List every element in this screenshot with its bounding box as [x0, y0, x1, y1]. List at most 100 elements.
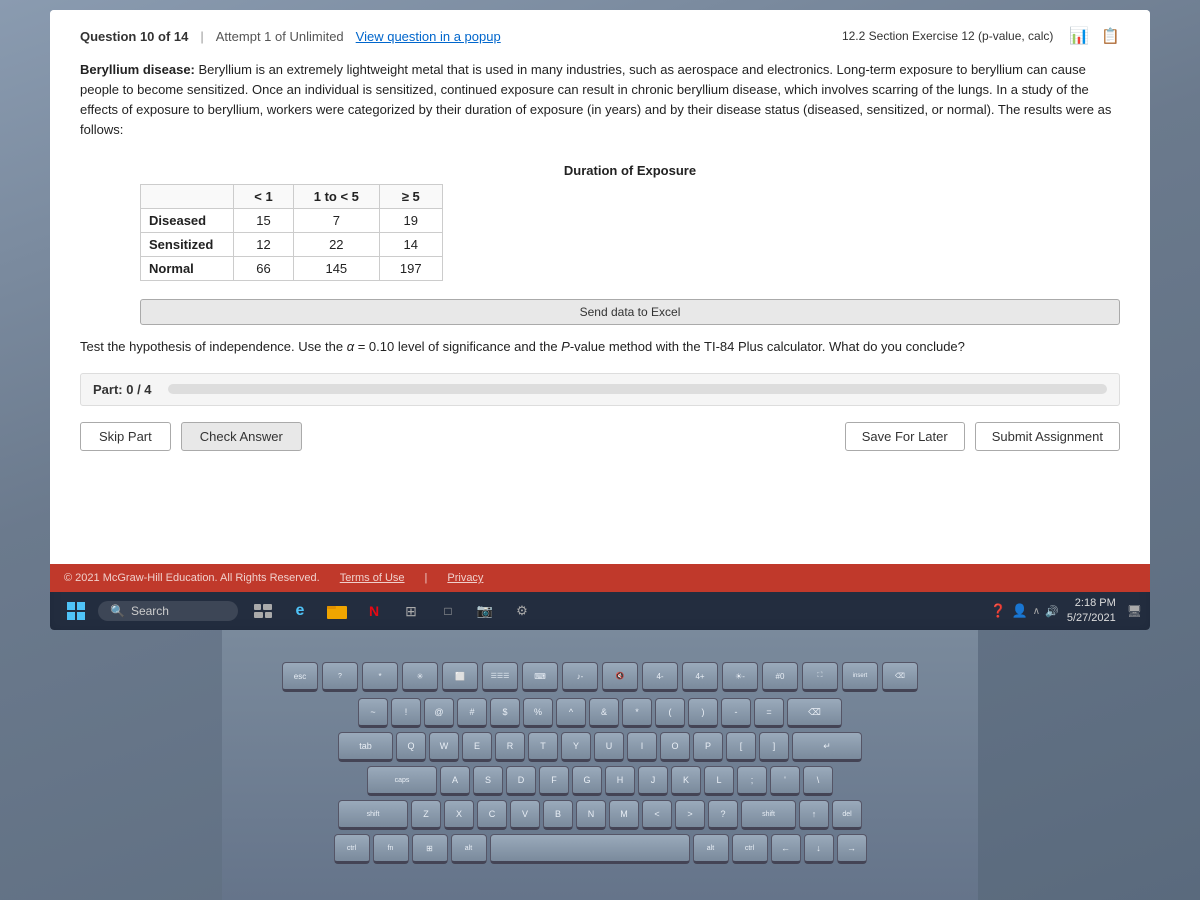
taskbar-netflix[interactable]: N: [357, 595, 391, 627]
key-prtsc[interactable]: ⛶: [802, 662, 838, 692]
key-f12[interactable]: #0: [762, 662, 798, 692]
key-z[interactable]: Z: [411, 800, 441, 830]
key-quote[interactable]: ': [770, 766, 800, 796]
key-i[interactable]: I: [627, 732, 657, 762]
key-w[interactable]: W: [429, 732, 459, 762]
key-8[interactable]: *: [622, 698, 652, 728]
key-v[interactable]: V: [510, 800, 540, 830]
key-l[interactable]: L: [704, 766, 734, 796]
privacy-link[interactable]: Privacy: [447, 572, 483, 584]
key-f3[interactable]: ✳: [402, 662, 438, 692]
key-4[interactable]: $: [490, 698, 520, 728]
key-f9[interactable]: 4-: [642, 662, 678, 692]
key-f[interactable]: F: [539, 766, 569, 796]
key-bracket-l[interactable]: [: [726, 732, 756, 762]
key-6[interactable]: ^: [556, 698, 586, 728]
submit-assignment-button[interactable]: Submit Assignment: [975, 422, 1120, 451]
key-1[interactable]: !: [391, 698, 421, 728]
key-y[interactable]: Y: [561, 732, 591, 762]
key-arrow-down[interactable]: ↓: [804, 834, 834, 864]
key-slash[interactable]: ?: [708, 800, 738, 830]
key-bracket-r[interactable]: ]: [759, 732, 789, 762]
taskbar-settings[interactable]: ⚙: [505, 595, 539, 627]
key-f1[interactable]: ?: [322, 662, 358, 692]
key-arrow-left[interactable]: ←: [771, 834, 801, 864]
key-backslash[interactable]: \: [803, 766, 833, 796]
key-minus[interactable]: -: [721, 698, 751, 728]
key-ctrl-l[interactable]: ctrl: [334, 834, 370, 864]
save-later-button[interactable]: Save For Later: [845, 422, 965, 451]
key-3[interactable]: #: [457, 698, 487, 728]
system-clock[interactable]: 2:18 PM 5/27/2021: [1067, 596, 1116, 627]
key-alt-l[interactable]: alt: [451, 834, 487, 864]
terms-link[interactable]: Terms of Use: [340, 572, 405, 584]
key-period[interactable]: >: [675, 800, 705, 830]
document-icon[interactable]: 📋: [1101, 27, 1120, 45]
key-equals[interactable]: =: [754, 698, 784, 728]
key-u[interactable]: U: [594, 732, 624, 762]
key-f8[interactable]: 🔇: [602, 662, 638, 692]
key-a[interactable]: A: [440, 766, 470, 796]
key-enter[interactable]: ↵: [792, 732, 862, 762]
key-2[interactable]: @: [424, 698, 454, 728]
key-o[interactable]: O: [660, 732, 690, 762]
key-space[interactable]: [490, 834, 690, 864]
key-0[interactable]: ): [688, 698, 718, 728]
key-e[interactable]: E: [462, 732, 492, 762]
key-t[interactable]: T: [528, 732, 558, 762]
key-f4[interactable]: ⬜: [442, 662, 478, 692]
notification-icon[interactable]: 🖥: [1127, 604, 1142, 618]
key-arrow-right[interactable]: →: [837, 834, 867, 864]
key-g[interactable]: G: [572, 766, 602, 796]
bar-chart-icon[interactable]: 📊: [1069, 26, 1089, 46]
key-c[interactable]: C: [477, 800, 507, 830]
key-fn[interactable]: fn: [373, 834, 409, 864]
key-del-r[interactable]: del: [832, 800, 862, 830]
key-comma[interactable]: <: [642, 800, 672, 830]
key-caps[interactable]: caps: [367, 766, 437, 796]
key-x[interactable]: X: [444, 800, 474, 830]
send-excel-button[interactable]: Send data to Excel: [140, 299, 1120, 325]
tray-icon-help[interactable]: ❓: [990, 603, 1006, 619]
key-win[interactable]: ⊞: [412, 834, 448, 864]
key-del[interactable]: ⌫: [882, 662, 918, 692]
key-d[interactable]: D: [506, 766, 536, 796]
taskbar-square-app[interactable]: □: [431, 595, 465, 627]
key-q[interactable]: Q: [396, 732, 426, 762]
key-esc[interactable]: esc: [282, 662, 318, 692]
key-m[interactable]: M: [609, 800, 639, 830]
key-f6[interactable]: ⌨: [522, 662, 558, 692]
tray-icon-user[interactable]: 👤: [1012, 603, 1028, 619]
check-answer-button[interactable]: Check Answer: [181, 422, 302, 451]
taskbar-search[interactable]: 🔍 Search: [98, 601, 238, 621]
tray-icon-up[interactable]: ∧: [1033, 606, 1040, 617]
key-n[interactable]: N: [576, 800, 606, 830]
key-9[interactable]: (: [655, 698, 685, 728]
skip-part-button[interactable]: Skip Part: [80, 422, 171, 451]
key-f2[interactable]: *: [362, 662, 398, 692]
key-backtick[interactable]: ~: [358, 698, 388, 728]
key-j[interactable]: J: [638, 766, 668, 796]
tray-icon-sound[interactable]: 🔊: [1045, 605, 1059, 618]
key-f7[interactable]: ♪-: [562, 662, 598, 692]
key-p[interactable]: P: [693, 732, 723, 762]
key-shift-r[interactable]: shift: [741, 800, 796, 830]
key-ctrl-r[interactable]: ctrl: [732, 834, 768, 864]
taskbar-widget[interactable]: ⊞: [394, 595, 428, 627]
key-s[interactable]: S: [473, 766, 503, 796]
key-5[interactable]: %: [523, 698, 553, 728]
start-button[interactable]: [58, 595, 94, 627]
key-h[interactable]: H: [605, 766, 635, 796]
key-b[interactable]: B: [543, 800, 573, 830]
key-k[interactable]: K: [671, 766, 701, 796]
key-backspace[interactable]: ⌫: [787, 698, 842, 728]
key-alt-r[interactable]: alt: [693, 834, 729, 864]
key-7[interactable]: &: [589, 698, 619, 728]
taskbar-edge[interactable]: e: [283, 595, 317, 627]
key-semicolon[interactable]: ;: [737, 766, 767, 796]
key-r[interactable]: R: [495, 732, 525, 762]
key-tab[interactable]: tab: [338, 732, 393, 762]
taskbar-task-view[interactable]: [246, 595, 280, 627]
key-shift-l[interactable]: shift: [338, 800, 408, 830]
key-arrow-up[interactable]: ↑: [799, 800, 829, 830]
